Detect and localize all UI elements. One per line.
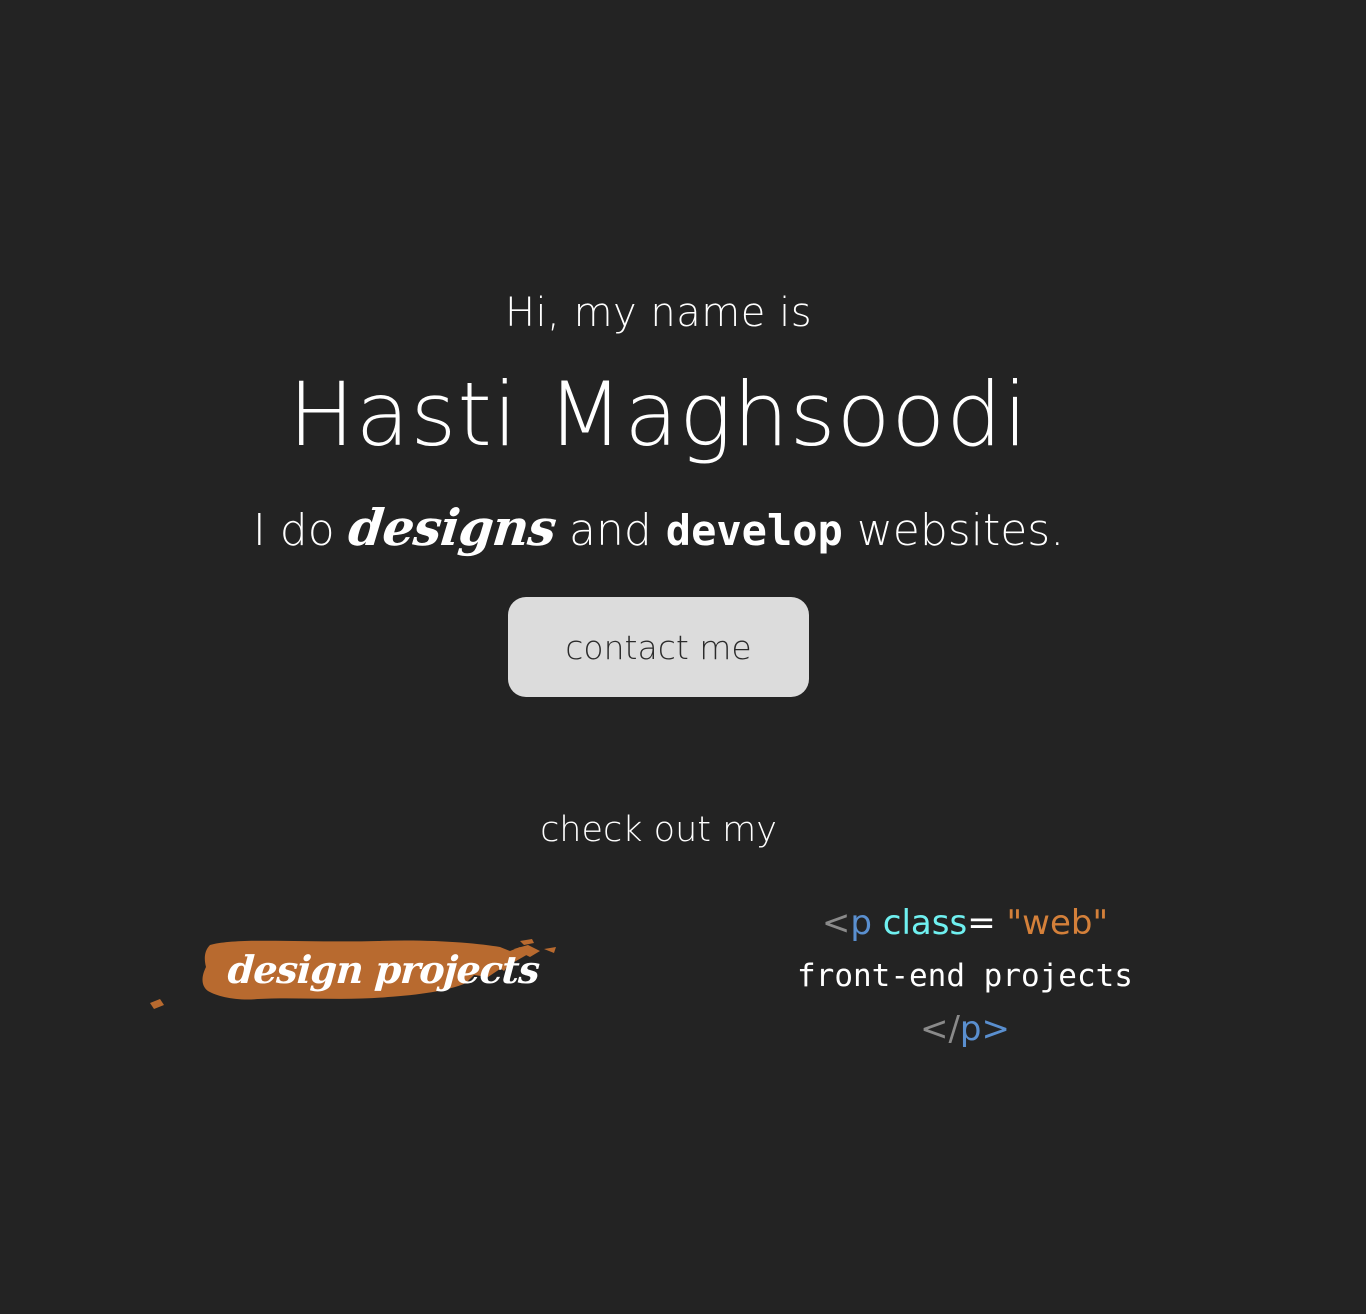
code-attr-value: "web" bbox=[1006, 903, 1109, 943]
design-projects-link[interactable]: design projects bbox=[148, 935, 560, 1015]
landing-page: Hi, my name is Hasti Maghsoodi I do desi… bbox=[0, 0, 1366, 1314]
tagline-prefix: I do bbox=[252, 505, 335, 556]
code-close-bracket-open: </ bbox=[919, 1009, 960, 1049]
code-open-tag: <p class= "web" bbox=[760, 898, 1170, 948]
greeting-text: Hi, my name is bbox=[504, 290, 813, 336]
code-open-bracket: < bbox=[821, 903, 851, 943]
design-projects-label: design projects bbox=[226, 947, 541, 992]
projects-intro: check out my bbox=[540, 810, 777, 850]
code-close-tag: </p> bbox=[760, 1004, 1170, 1054]
code-tag-name: p bbox=[850, 903, 872, 943]
tagline-suffix: websites. bbox=[856, 505, 1065, 556]
tagline-and: and bbox=[569, 505, 652, 556]
web-projects-label: front-end projects bbox=[797, 958, 1133, 994]
web-projects-link[interactable]: <p class= "web" front-end projects </p> bbox=[760, 898, 1170, 1054]
person-name: Hasti Maghsoodi bbox=[288, 363, 1029, 466]
code-close-bracket-end: > bbox=[981, 1009, 1011, 1049]
tagline-develop: develop bbox=[665, 506, 843, 555]
tagline-designs: designs bbox=[345, 498, 559, 557]
code-attr-name: class bbox=[882, 903, 968, 943]
code-close-tag-name: p bbox=[959, 1009, 982, 1049]
contact-me-button[interactable]: contact me bbox=[508, 597, 809, 697]
tagline: I do designs and develop websites. bbox=[0, 498, 1317, 557]
code-equals: = bbox=[967, 903, 996, 943]
